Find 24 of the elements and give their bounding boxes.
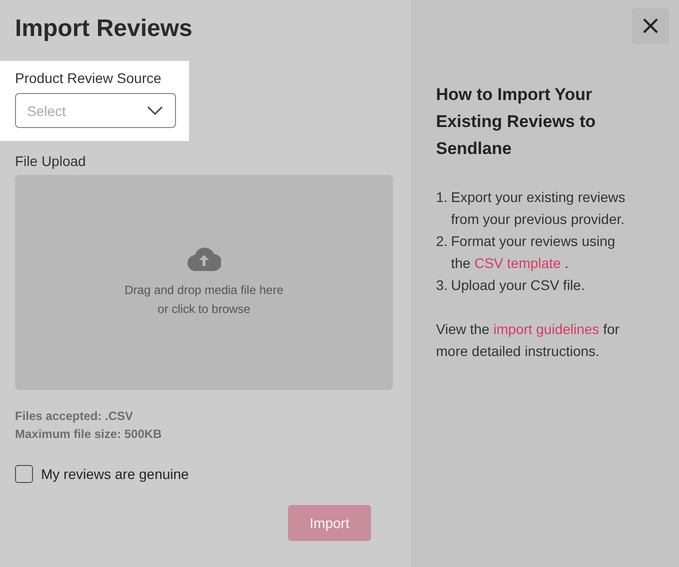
template-link[interactable]: CSV template xyxy=(474,255,561,271)
dropzone-hint: or click to browse xyxy=(158,301,250,318)
dialog-title: Import Reviews xyxy=(15,14,194,44)
checkbox-label: My reviews are genuine xyxy=(41,466,189,482)
file-requirement: Maximum file size: 500KB xyxy=(15,426,162,443)
source-dropdown[interactable]: Select xyxy=(15,93,176,128)
help-footer: View the import guidelines for more detailed instructions. xyxy=(436,318,651,362)
step-number: 2. xyxy=(436,232,447,251)
upload-dropzone[interactable]: Drag and drop media file here or click to browse xyxy=(15,175,393,390)
step-number: 3. xyxy=(436,276,447,295)
guidelines-link[interactable]: import guidelines xyxy=(493,321,600,337)
dropzone-hint: Drag and drop media file here xyxy=(124,282,284,299)
close-button[interactable]: × xyxy=(632,8,669,44)
cloud-upload-icon xyxy=(187,246,221,271)
checkbox[interactable] xyxy=(15,465,33,483)
step-number: 1. xyxy=(436,188,447,207)
chevron-down-icon xyxy=(147,106,163,115)
field-label: Product Review Source xyxy=(15,69,162,87)
step-text: Format your reviews using the CSV template . xyxy=(451,232,616,273)
help-title: How to Import Your Existing Reviews to Sendlane xyxy=(436,84,597,160)
step-text: Export your existing reviews from your previous provider. xyxy=(451,188,626,229)
step-text: Upload your CSV file. xyxy=(451,276,586,295)
field-label: File Upload xyxy=(15,152,86,170)
file-requirement: Files accepted: .CSV xyxy=(15,408,134,425)
